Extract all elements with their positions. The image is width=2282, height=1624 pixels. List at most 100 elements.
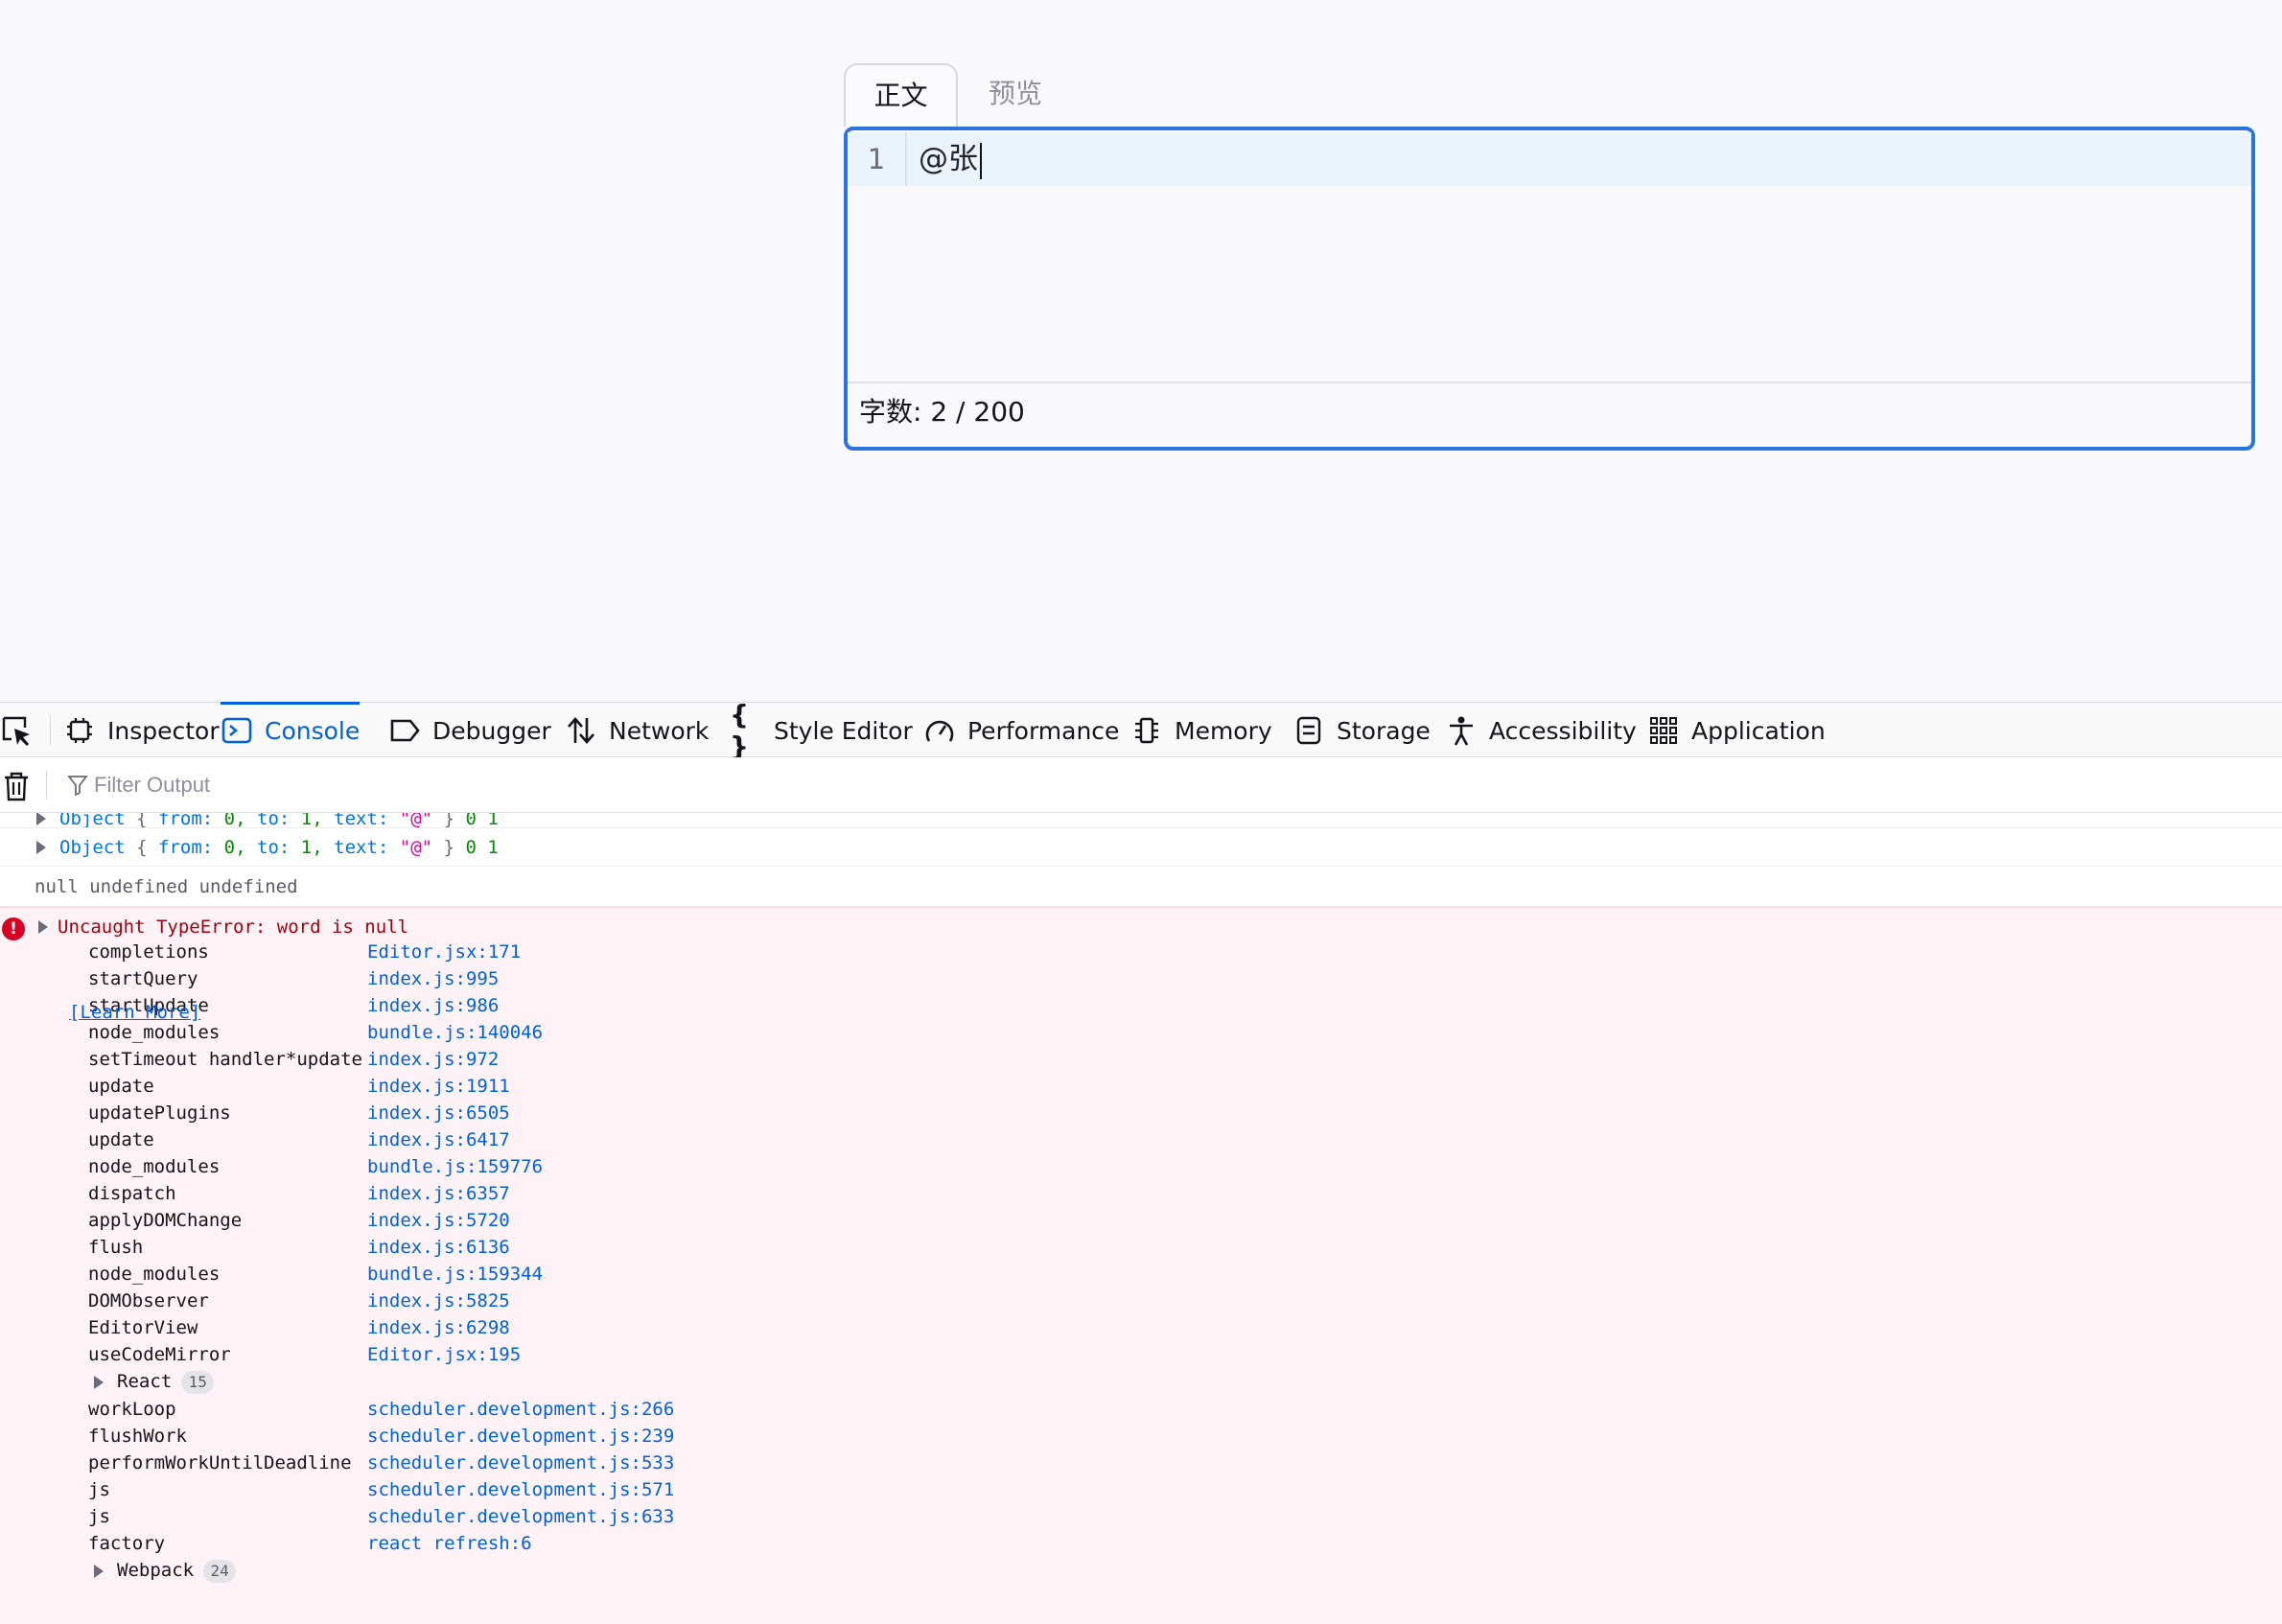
object-value: 0, bbox=[223, 813, 246, 828]
frame-file: index.js bbox=[367, 1237, 455, 1258]
frame-source-link[interactable]: scheduler.development.js:633 bbox=[367, 1503, 674, 1530]
stack-frame: startQuery index.js:995 bbox=[88, 965, 674, 992]
error-text[interactable]: Uncaught TypeError: word is null bbox=[58, 914, 408, 940]
object-key: from: bbox=[158, 837, 214, 858]
frame-source-link[interactable]: index.js:6298 bbox=[367, 1314, 510, 1341]
tab-preview[interactable]: 预览 bbox=[958, 63, 1073, 127]
frame-file: index.js bbox=[367, 995, 455, 1016]
stack-group-react[interactable]: React 15 bbox=[88, 1368, 674, 1396]
expand-twisty-icon[interactable] bbox=[94, 1564, 104, 1578]
frame-line: :5825 bbox=[454, 1290, 510, 1311]
stack-frame: workLoop scheduler.development.js:266 bbox=[88, 1396, 674, 1423]
frame-line: :159344 bbox=[465, 1264, 544, 1285]
tab-performance[interactable]: Performance bbox=[923, 703, 1119, 758]
frame-function: useCodeMirror bbox=[88, 1344, 231, 1365]
tab-application[interactable]: Application bbox=[1647, 703, 1826, 758]
filter-separator bbox=[46, 771, 47, 800]
toolbar-separator bbox=[50, 716, 51, 745]
frame-file: Editor.jsx bbox=[367, 1344, 477, 1365]
frame-function: applyDOMChange bbox=[88, 1210, 243, 1231]
frame-source-link[interactable]: scheduler.development.js:571 bbox=[367, 1476, 674, 1503]
frame-line: :6298 bbox=[454, 1317, 510, 1338]
tab-style-editor[interactable]: { } Style Editor bbox=[730, 699, 913, 762]
frame-line: :171 bbox=[477, 941, 522, 963]
frame-line: :266 bbox=[630, 1399, 675, 1420]
tab-label: Application bbox=[1691, 716, 1826, 745]
frame-file: index.js bbox=[367, 968, 455, 989]
stack-group-webpack[interactable]: Webpack 24 bbox=[88, 1557, 674, 1585]
frame-source-link[interactable]: index.js:995 bbox=[367, 965, 499, 992]
tab-memory[interactable]: Memory bbox=[1130, 703, 1272, 758]
word-count: 字数: 2 / 200 bbox=[848, 382, 2251, 447]
frame-function: js bbox=[88, 1479, 110, 1500]
application-icon bbox=[1647, 714, 1680, 747]
frame-source-link[interactable]: scheduler.development.js:266 bbox=[367, 1396, 674, 1423]
frame-source-link[interactable]: index.js:6417 bbox=[367, 1126, 510, 1153]
stack-frame: update index.js:1911 bbox=[88, 1073, 674, 1100]
frame-source-link[interactable]: index.js:972 bbox=[367, 1046, 499, 1073]
frame-source-link[interactable]: index.js:6357 bbox=[367, 1180, 510, 1207]
object-key: from: bbox=[158, 813, 214, 828]
frame-source-link[interactable]: bundle.js:159776 bbox=[367, 1153, 543, 1180]
frame-source-link[interactable]: react refresh:6 bbox=[367, 1530, 532, 1557]
trash-icon[interactable] bbox=[2, 771, 31, 801]
tab-inspector[interactable]: Inspector bbox=[63, 703, 220, 758]
memory-icon bbox=[1130, 714, 1163, 747]
frame-file: index.js bbox=[367, 1076, 455, 1097]
frame-line: :995 bbox=[454, 968, 500, 989]
console-row-object[interactable]: Object { from: 0, to: 1, text: "@" } 0 1 bbox=[0, 828, 2282, 867]
tab-label: Console bbox=[265, 716, 361, 745]
stack-frame: useCodeMirror Editor.jsx:195 bbox=[88, 1341, 674, 1368]
expand-twisty-icon[interactable] bbox=[36, 813, 46, 825]
frame-file: index.js bbox=[367, 1183, 455, 1204]
tab-storage[interactable]: Storage bbox=[1292, 703, 1431, 758]
tab-body[interactable]: 正文 bbox=[844, 63, 958, 127]
frame-source-link[interactable]: index.js:1911 bbox=[367, 1073, 510, 1100]
tab-console[interactable]: Console bbox=[221, 702, 361, 758]
stack-frame: js scheduler.development.js:571 bbox=[88, 1476, 674, 1503]
console-row-partial: Object { from: 0, to: 1, text: "@" } 0 1 bbox=[0, 813, 2282, 828]
expand-twisty-icon[interactable] bbox=[94, 1375, 104, 1389]
stack-frame: flush index.js:6136 bbox=[88, 1234, 674, 1261]
frame-line: :6136 bbox=[454, 1237, 510, 1258]
stack-frame: node_modules bundle.js:159776 bbox=[88, 1153, 674, 1180]
tab-accessibility[interactable]: Accessibility bbox=[1445, 703, 1637, 758]
frame-source-link[interactable]: scheduler.development.js:533 bbox=[367, 1450, 674, 1476]
tab-label: Network bbox=[609, 716, 710, 745]
expand-twisty-icon[interactable] bbox=[38, 920, 48, 934]
frame-source-link[interactable]: index.js:6136 bbox=[367, 1234, 510, 1261]
console-filter-bar bbox=[0, 757, 2282, 813]
code-editor[interactable]: 1 @张 字数: 2 / 200 bbox=[844, 127, 2255, 451]
stack-frame: DOMObserver index.js:5825 bbox=[88, 1288, 674, 1314]
tab-label: Accessibility bbox=[1489, 716, 1637, 745]
editor-content[interactable]: @张 bbox=[919, 132, 982, 186]
expand-twisty-icon[interactable] bbox=[36, 841, 46, 854]
stack-frame: node_modules bundle.js:140046 bbox=[88, 1019, 674, 1046]
style-editor-icon: { } bbox=[730, 699, 749, 762]
filter-output-input[interactable] bbox=[94, 767, 957, 803]
frame-source-link[interactable]: index.js:6505 bbox=[367, 1100, 510, 1126]
element-picker-icon[interactable] bbox=[0, 714, 33, 747]
frame-source-link[interactable]: index.js:5825 bbox=[367, 1288, 510, 1314]
frame-file: scheduler.development.js bbox=[367, 1452, 631, 1473]
frame-file: index.js bbox=[367, 1317, 455, 1338]
stack-frame: js scheduler.development.js:633 bbox=[88, 1503, 674, 1530]
frame-line: :140046 bbox=[465, 1022, 544, 1043]
tab-network[interactable]: Network bbox=[565, 703, 709, 758]
frame-source-link[interactable]: bundle.js:140046 bbox=[367, 1019, 543, 1046]
tab-debugger[interactable]: Debugger bbox=[388, 703, 551, 758]
object-label: Object bbox=[59, 837, 126, 858]
frame-source-link[interactable]: index.js:5720 bbox=[367, 1207, 510, 1234]
console-output: Object { from: 0, to: 1, text: "@" } 0 1… bbox=[0, 813, 2282, 1624]
frame-source-link[interactable]: bundle.js:159344 bbox=[367, 1261, 543, 1288]
frame-source-link[interactable]: scheduler.development.js:239 bbox=[367, 1423, 674, 1450]
tab-label: Inspector bbox=[107, 716, 220, 745]
frame-source-link[interactable]: index.js:986 bbox=[367, 992, 499, 1019]
frame-function: update bbox=[88, 1129, 154, 1150]
frame-source-link[interactable]: Editor.jsx:171 bbox=[367, 939, 521, 965]
object-value: 1, bbox=[300, 837, 323, 858]
tab-label: Performance bbox=[967, 716, 1120, 745]
learn-more-link[interactable]: [Learn More] bbox=[69, 1002, 200, 1023]
frame-source-link[interactable]: Editor.jsx:195 bbox=[367, 1341, 521, 1368]
frame-line: :6505 bbox=[454, 1102, 510, 1124]
